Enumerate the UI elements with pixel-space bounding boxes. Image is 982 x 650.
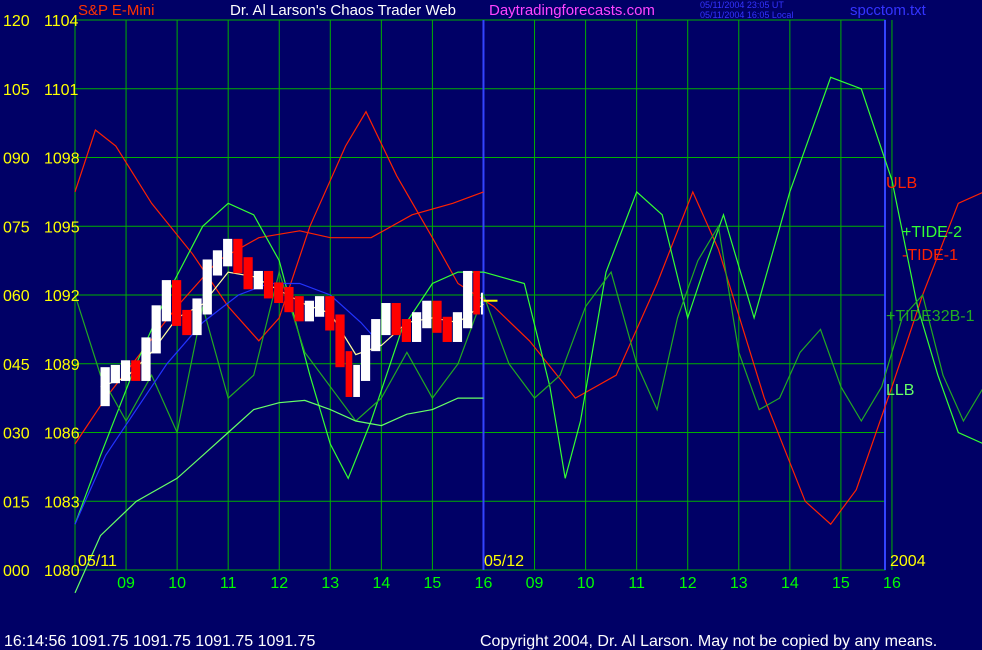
- hour-tick-label: 15: [424, 575, 442, 592]
- hour-tick-label: 12: [679, 575, 697, 592]
- series-label: LLB: [886, 382, 914, 399]
- price-bar: [480, 292, 483, 315]
- hour-tick-label: 10: [168, 575, 186, 592]
- hour-tick-label: 09: [526, 575, 544, 592]
- index-tick-label: 000: [3, 563, 30, 580]
- date-label-year: 2004: [890, 553, 926, 570]
- price-bar: [360, 335, 371, 381]
- price-tick-label: 1104: [44, 13, 79, 30]
- hour-tick-label: 16: [883, 575, 901, 592]
- price-bar: [381, 303, 391, 336]
- price-bar: [304, 300, 314, 322]
- price-bar: [411, 312, 422, 342]
- price-bar: [391, 303, 401, 336]
- price-bar: [401, 319, 411, 342]
- series-label: +TIDE32B-1: [886, 308, 975, 325]
- hour-tick-label: 11: [220, 575, 237, 592]
- hour-tick-label: 16: [475, 575, 493, 592]
- hour-tick-label: 10: [577, 575, 595, 592]
- price-tick-label: 1101: [44, 82, 79, 99]
- price-bar: [253, 270, 263, 290]
- date-label-start: 05/11: [78, 553, 117, 570]
- price-bar: [422, 300, 432, 329]
- price-bar: [192, 298, 202, 336]
- price-bar: [353, 364, 360, 397]
- price-bar: [473, 270, 480, 315]
- index-tick-label: 120: [3, 13, 30, 30]
- price-bar: [371, 319, 381, 352]
- price-tick-label: 1089: [44, 357, 80, 374]
- price-bar: [442, 316, 452, 342]
- price-bar: [314, 296, 325, 317]
- price-tick-label: 1080: [44, 563, 80, 580]
- hour-tick-label: 14: [781, 575, 799, 592]
- quote-line: 16:14:56 1091.75 1091.75 1091.75 1091.75: [4, 633, 316, 650]
- price-bar: [212, 250, 223, 276]
- hour-tick-label: 09: [117, 575, 135, 592]
- index-tick-label: 105: [3, 82, 30, 99]
- index-tick-label: 075: [3, 219, 30, 236]
- price-bar: [243, 257, 253, 290]
- price-bar: [263, 270, 274, 299]
- price-bar: [161, 280, 172, 322]
- hour-tick-label: 15: [832, 575, 850, 592]
- series-label: +TIDE-2: [902, 224, 962, 241]
- price-bar: [131, 360, 141, 381]
- hour-tick-label: 12: [270, 575, 288, 592]
- price-bar: [233, 238, 243, 274]
- price-bar: [202, 259, 212, 315]
- series-label: -TIDE-1: [902, 247, 958, 264]
- price-tick-label: 1083: [44, 494, 80, 511]
- price-bar: [274, 282, 284, 304]
- price-tick-label: 1095: [44, 219, 80, 236]
- price-bar: [432, 300, 442, 333]
- price-bar: [182, 309, 192, 336]
- index-tick-label: 060: [3, 288, 30, 305]
- series-label: ULB: [886, 175, 917, 192]
- file-name: spcctom.txt: [850, 2, 927, 19]
- index-tick-label: 030: [3, 426, 30, 443]
- hour-tick-label: 13: [730, 575, 748, 592]
- price-tick-label: 1086: [44, 426, 80, 443]
- index-tick-label: 015: [3, 494, 30, 511]
- price-bar: [294, 296, 304, 322]
- price-bar: [325, 296, 335, 331]
- price-bar: [335, 314, 345, 368]
- price-bar: [151, 305, 161, 354]
- hour-tick-label: 14: [372, 575, 390, 592]
- price-bar: [463, 270, 473, 329]
- chart-title: Dr. Al Larson's Chaos Trader Web: [230, 2, 456, 19]
- price-bar: [284, 286, 294, 313]
- price-bar: [141, 337, 151, 381]
- price-bar: [110, 364, 120, 384]
- price-bar: [100, 367, 110, 407]
- price-bar: [452, 312, 463, 342]
- timestamp-local: 05/11/2004 16:05 Local: [700, 10, 793, 20]
- timestamp-ut: 05/11/2004 23:05 UT: [700, 0, 784, 10]
- price-bar: [120, 360, 131, 381]
- hour-tick-label: 13: [321, 575, 339, 592]
- website-link[interactable]: Daytradingforecasts.com: [489, 2, 655, 19]
- date-label-next-day: 05/12: [484, 553, 524, 570]
- price-tick-label: 1098: [44, 151, 80, 168]
- symbol-label: S&P E-Mini: [78, 2, 154, 19]
- price-bar: [172, 280, 182, 326]
- price-bar: [223, 238, 233, 267]
- copyright-notice: Copyright 2004, Dr. Al Larson. May not b…: [480, 633, 937, 650]
- hour-tick-label: 11: [628, 575, 645, 592]
- index-tick-label: 090: [3, 151, 30, 168]
- price-tick-label: 1092: [44, 288, 80, 305]
- index-tick-label: 045: [3, 357, 30, 374]
- chaos-trader-chart: 000 1080 015 1083 030 1086 045 1089 060 1092 075 10…: [0, 0, 982, 650]
- price-bar: [345, 351, 353, 397]
